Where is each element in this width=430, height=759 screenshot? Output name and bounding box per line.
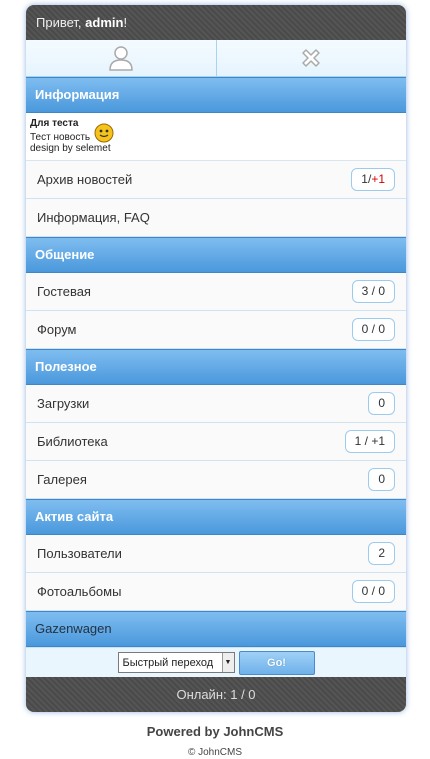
- news-block: Для теста Тест новость design by selemet: [26, 113, 406, 161]
- count-badge: 0 / 0: [351, 580, 395, 603]
- online-counter[interactable]: Онлайн: 1 / 0: [26, 677, 406, 712]
- quick-jump-select[interactable]: Быстрый переход ▼: [117, 652, 235, 673]
- menu-item-info-faq[interactable]: Информация, FAQ: [26, 199, 406, 237]
- count-badge: 0 / 0: [351, 318, 395, 341]
- count-badge: 1 / +1: [344, 430, 395, 453]
- smiley-icon: [94, 123, 114, 143]
- menu-item-photo-albums[interactable]: Фотоальбомы 0 / 0: [26, 573, 406, 611]
- section-useful-header[interactable]: Полезное: [26, 349, 406, 385]
- count-badge: 3 / 0: [351, 280, 395, 303]
- user-menu-row: [26, 40, 406, 77]
- section-gazenwagen-header[interactable]: Gazenwagen: [26, 611, 406, 647]
- menu-item-news-archive[interactable]: Архив новостей 1/+1: [26, 161, 406, 199]
- quick-jump-bar: Быстрый переход ▼ Go!: [26, 647, 406, 677]
- menu-item-label: Фотоальбомы: [37, 584, 122, 599]
- news-title: Для теста: [30, 118, 79, 129]
- menu-item-label: Гостевая: [37, 284, 91, 299]
- greeting-exclaim: !: [123, 15, 128, 30]
- menu-item-gallery[interactable]: Галерея 0: [26, 461, 406, 499]
- user-icon: [108, 46, 133, 71]
- logout-button[interactable]: [215, 40, 407, 76]
- menu-item-downloads[interactable]: Загрузки 0: [26, 385, 406, 423]
- profile-button[interactable]: [26, 40, 216, 76]
- section-communication-header[interactable]: Общение: [26, 237, 406, 273]
- greeting-text: Привет,: [36, 15, 82, 30]
- menu-item-label: Галерея: [37, 472, 87, 487]
- menu-item-label: Библиотека: [37, 434, 108, 449]
- count-badge: 2: [368, 542, 395, 565]
- chevron-down-icon: ▼: [221, 653, 234, 672]
- menu-item-label: Загрузки: [37, 396, 90, 411]
- count-badge: 0: [368, 392, 395, 415]
- menu-item-label: Архив новостей: [37, 172, 133, 187]
- main-container: Привет, admin! Информация Для теста Тест…: [26, 5, 406, 712]
- news-text: Тест новость: [30, 132, 91, 143]
- powered-by-text: Powered by JohnCMS: [146, 724, 284, 739]
- menu-item-label: Форум: [37, 322, 77, 337]
- menu-item-users[interactable]: Пользователи 2: [26, 535, 406, 573]
- menu-item-label: Пользователи: [37, 546, 122, 561]
- menu-item-guestbook[interactable]: Гостевая 3 / 0: [26, 273, 406, 311]
- menu-item-library[interactable]: Библиотека 1 / +1: [26, 423, 406, 461]
- count-badge: 1/+1: [351, 168, 395, 191]
- username[interactable]: admin: [85, 15, 123, 30]
- close-icon: [302, 49, 320, 67]
- header-bar: Привет, admin!: [26, 5, 406, 40]
- news-author: design by selemet: [30, 143, 111, 154]
- count-badge: 0: [368, 468, 395, 491]
- go-button[interactable]: Go!: [238, 650, 315, 675]
- section-info-header[interactable]: Информация: [26, 77, 406, 113]
- copyright-text: © JohnCMS: [187, 747, 243, 758]
- menu-item-forum[interactable]: Форум 0 / 0: [26, 311, 406, 349]
- menu-item-label: Информация, FAQ: [37, 210, 150, 225]
- section-site-activity-header[interactable]: Актив сайта: [26, 499, 406, 535]
